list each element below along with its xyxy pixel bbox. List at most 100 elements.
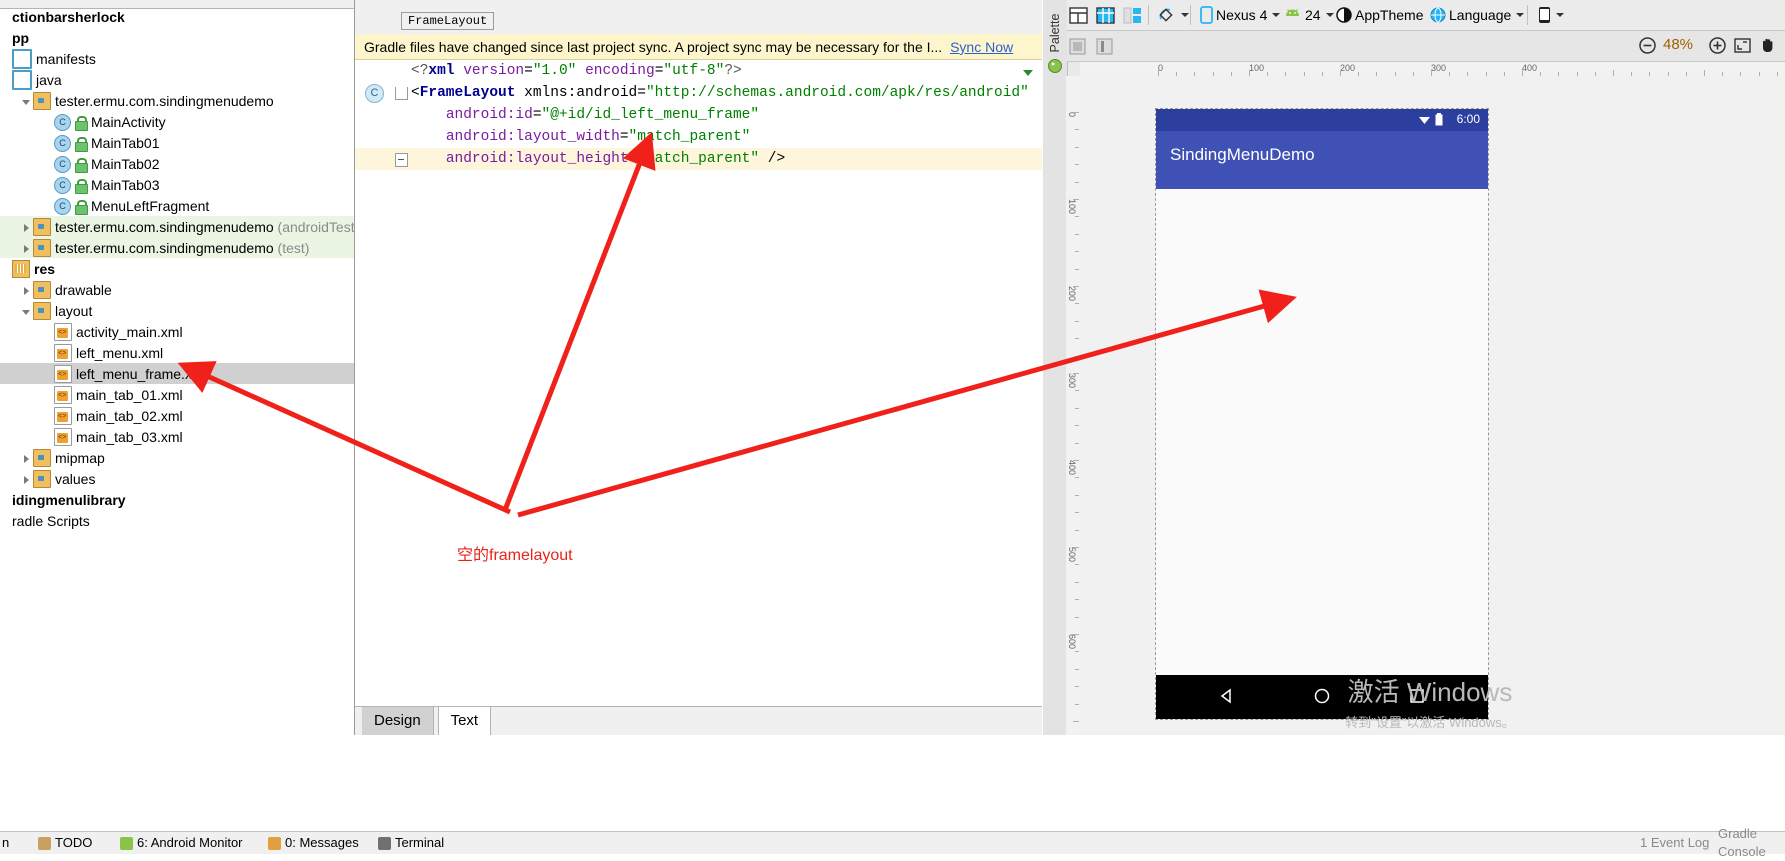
project-tool-window[interactable]: ctionbarsherlock pp manifests java tester.er…	[0, 0, 355, 735]
sync-now-link[interactable]: Sync Now	[950, 39, 1013, 55]
layout-view-blueprint-button[interactable]	[1123, 4, 1142, 26]
api-level-label[interactable]: 24	[1305, 4, 1321, 26]
back-nav-icon[interactable]	[1218, 687, 1236, 705]
tree-item-label: left_menu_frame.xml	[76, 365, 207, 382]
tree-item[interactable]: radle Scripts	[0, 510, 354, 531]
tree-item[interactable]: idingmenulibrary	[0, 489, 354, 510]
tool-window-button[interactable]: 0: Messages	[268, 834, 359, 852]
language-selector[interactable]: Language	[1430, 4, 1525, 26]
tool-window-button[interactable]: n	[2, 834, 9, 852]
tree-item[interactable]: C MainTab01	[0, 132, 354, 153]
code-line[interactable]: <?xml version="1.0" encoding="utf-8"?>	[355, 60, 1042, 82]
tree-item[interactable]: tester.ermu.com.sindingmenudemo (test)	[0, 237, 354, 258]
chevron-down-icon[interactable]	[1325, 13, 1334, 17]
editor-tab-design[interactable]: Design	[362, 707, 434, 735]
chevron-down-icon[interactable]	[1556, 13, 1564, 17]
project-tree[interactable]: ctionbarsherlock pp manifests java tester.er…	[0, 6, 354, 531]
pan-hand-button[interactable]	[1758, 34, 1777, 56]
tree-item[interactable]: manifests	[0, 48, 354, 70]
tool-window-button[interactable]: TODO	[38, 834, 92, 852]
tree-item[interactable]: C MenuLeftFragment	[0, 195, 354, 216]
tree-item[interactable]: C MainActivity	[0, 111, 354, 132]
tool-window-bar[interactable]: n TODO 6: Android Monitor 0: Messages Termin…	[0, 826, 1785, 859]
code-editor-pane[interactable]: FrameLayout Gradle files have changed si…	[355, 0, 1042, 736]
tree-item[interactable]: tester.ermu.com.sindingmenudemo (android…	[0, 216, 354, 237]
code-token: "1.0"	[532, 63, 577, 79]
code-line[interactable]: android:layout_height="match_parent" />	[355, 148, 1042, 170]
render-refresh-button[interactable]	[1069, 35, 1086, 57]
code-line[interactable]: <FrameLayout xmlns:android="http://schem…	[355, 82, 1042, 104]
zoom-to-fit-button[interactable]	[1733, 34, 1752, 56]
device-selector[interactable]: Nexus 4	[1200, 4, 1281, 26]
chevron-down-icon[interactable]	[1516, 13, 1525, 17]
tree-item[interactable]: left_menu.xml	[0, 342, 354, 363]
tree-item[interactable]: main_tab_01.xml	[0, 384, 354, 405]
tool-window-button[interactable]: 6: Android Monitor	[120, 834, 243, 852]
zoom-out-button[interactable]	[1638, 34, 1657, 56]
chevron-down-icon[interactable]	[1181, 13, 1189, 17]
chevron-right-icon[interactable]	[21, 448, 33, 469]
tool-window-label: Gradle Console	[1718, 826, 1766, 859]
code-token: "utf-8"	[663, 63, 725, 79]
palette-label[interactable]: Palette	[1048, 5, 1062, 61]
ruler-tick-label: 300	[1067, 373, 1077, 389]
tree-item[interactable]: mipmap	[0, 447, 354, 468]
editor-mode-tabs[interactable]: Design Text	[355, 706, 1042, 736]
orientation-button[interactable]	[1157, 4, 1189, 26]
tool-window-button[interactable]: Gradle Console	[1718, 826, 1785, 859]
preview-device-menu[interactable]	[1538, 4, 1564, 26]
tree-item[interactable]: ctionbarsherlock	[0, 6, 354, 27]
phone-icon	[1200, 6, 1213, 24]
tree-item-label: values	[55, 470, 96, 487]
tool-window-button[interactable]: Terminal	[378, 834, 444, 852]
chevron-right-icon[interactable]	[21, 280, 33, 301]
theme-label[interactable]: AppTheme	[1355, 4, 1423, 26]
code-line[interactable]: android:id="@+id/id_left_menu_frame"	[355, 104, 1042, 126]
chevron-down-icon[interactable]	[21, 91, 33, 112]
device-label[interactable]: Nexus 4	[1216, 4, 1267, 26]
theme-selector[interactable]: AppTheme	[1336, 4, 1423, 26]
language-label[interactable]: Language	[1449, 4, 1511, 26]
tree-item[interactable]: res	[0, 258, 354, 279]
chevron-right-icon[interactable]	[21, 217, 33, 238]
palette-icon[interactable]	[1047, 58, 1063, 74]
zoom-in-button[interactable]	[1708, 34, 1727, 56]
breadcrumb-bar: FrameLayout	[355, 9, 1042, 35]
api-level-selector[interactable]: 24	[1283, 4, 1334, 26]
layout-view-split-button[interactable]	[1069, 4, 1088, 26]
chevron-down-icon[interactable]	[21, 301, 33, 322]
chevron-right-icon[interactable]	[21, 469, 33, 490]
tree-item[interactable]: layout	[0, 300, 354, 321]
tree-item[interactable]: tester.ermu.com.sindingmenudemo	[0, 90, 354, 111]
tree-item[interactable]: drawable	[0, 279, 354, 300]
fold-handle[interactable]	[395, 87, 408, 100]
tool-window-button[interactable]: 1 Event Log	[1640, 834, 1709, 852]
inspection-status-icon[interactable]	[1023, 68, 1034, 78]
layout-view-grid-button[interactable]	[1096, 4, 1115, 26]
design-canvas[interactable]: 6:00 SindingMenuDemo	[1080, 76, 1785, 735]
breadcrumb[interactable]: FrameLayout	[401, 12, 495, 30]
chevron-down-icon[interactable]	[1272, 13, 1281, 17]
render-issues-button[interactable]	[1096, 35, 1113, 57]
tree-item[interactable]: C MainTab02	[0, 153, 354, 174]
tree-item[interactable]: left_menu_frame.xml	[0, 363, 354, 384]
editor-tab-text[interactable]: Text	[437, 707, 492, 735]
tree-item[interactable]: pp	[0, 27, 354, 48]
class-gutter-marker[interactable]: C	[365, 84, 384, 103]
tree-item[interactable]: main_tab_02.xml	[0, 405, 354, 426]
device-content-area[interactable]	[1156, 189, 1488, 675]
code-text-area[interactable]: <?xml version="1.0" encoding="utf-8"?> <F…	[355, 60, 1042, 706]
code-line[interactable]: android:layout_width="match_parent"	[355, 126, 1042, 148]
tree-item[interactable]: C MainTab03	[0, 174, 354, 195]
palette-strip[interactable]: Palette	[1043, 0, 1068, 735]
chevron-right-icon[interactable]	[21, 238, 33, 259]
tree-item[interactable]: main_tab_03.xml	[0, 426, 354, 447]
tree-item[interactable]: java	[0, 69, 354, 91]
tree-item[interactable]: activity_main.xml	[0, 321, 354, 342]
xml-file-icon	[54, 344, 72, 363]
fold-handle[interactable]	[395, 153, 408, 167]
device-preview-frame[interactable]: 6:00 SindingMenuDemo	[1155, 108, 1489, 720]
tree-item[interactable]: values	[0, 468, 354, 489]
